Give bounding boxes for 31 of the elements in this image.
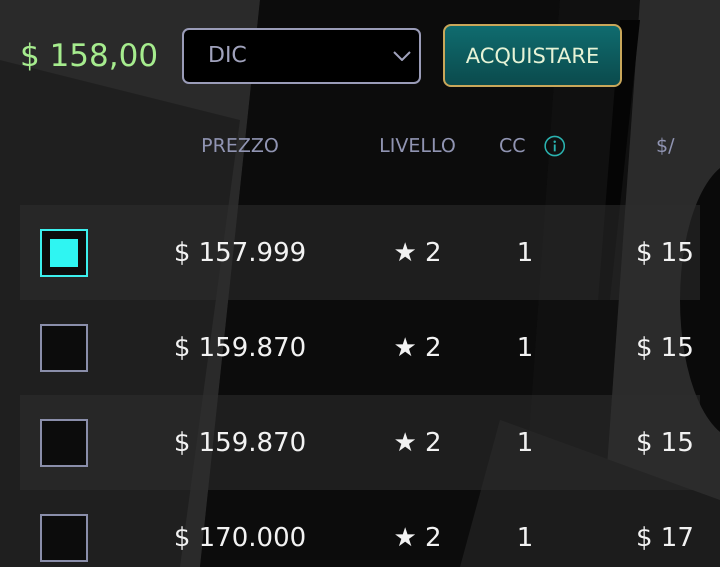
month-dropdown[interactable]: DIC bbox=[182, 28, 421, 84]
price-cell-text: $ 157.999 bbox=[172, 238, 308, 268]
cc-cell-text: 1 bbox=[516, 428, 534, 458]
column-header: LIVELLO bbox=[378, 135, 457, 157]
cc-cell-text: 1 bbox=[516, 238, 534, 268]
cc-cell-text: 1 bbox=[516, 332, 534, 362]
price-cell-text: $ 170.000 bbox=[172, 522, 308, 552]
table-cell-text: $ 17 bbox=[635, 522, 695, 552]
row-checkbox[interactable] bbox=[40, 514, 88, 562]
level-cell-text: ★ 2 bbox=[392, 428, 443, 458]
buy-button[interactable]: ACQUISTARE bbox=[443, 24, 622, 87]
balance-amount: $ 158,00 bbox=[20, 38, 160, 74]
offer-row[interactable]: $ 159.870 ★ 2 1 $ 15 bbox=[20, 395, 700, 490]
row-checkbox[interactable] bbox=[40, 324, 88, 372]
offer-row[interactable]: $ 159.870 ★ 2 1 $ 15 bbox=[20, 300, 700, 395]
column-header: PREZZO bbox=[200, 135, 280, 157]
offer-row[interactable]: $ 157.999 ★ 2 1 $ 15 bbox=[20, 205, 700, 300]
column-header: $/ bbox=[655, 135, 676, 157]
chevron-down-icon bbox=[393, 50, 411, 60]
table-cell-text: $ 15 bbox=[635, 238, 695, 268]
row-checkbox[interactable] bbox=[40, 418, 88, 466]
table-cell-text: $ 15 bbox=[635, 332, 695, 362]
level-cell-text: ★ 2 bbox=[392, 522, 443, 552]
column-header: CC bbox=[499, 135, 526, 157]
level-cell-text: ★ 2 bbox=[392, 332, 443, 362]
table-cell-text: $ 15 bbox=[635, 428, 695, 458]
level-cell-text: ★ 2 bbox=[392, 238, 443, 268]
price-cell-text: $ 159.870 bbox=[172, 428, 308, 458]
offer-row[interactable]: $ 170.000 ★ 2 1 $ 17 bbox=[20, 490, 700, 567]
price-cell-text: $ 159.870 bbox=[172, 332, 308, 362]
cc-cell-text: 1 bbox=[516, 522, 534, 552]
